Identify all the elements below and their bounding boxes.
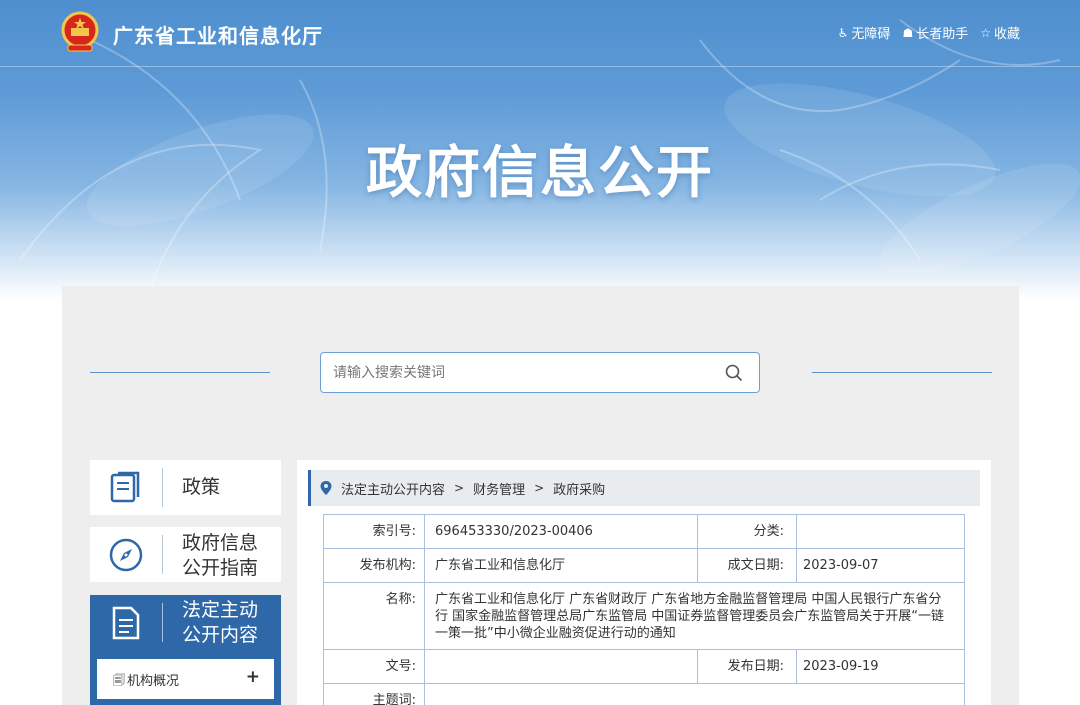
- accessibility-link[interactable]: ♿ 无障碍: [837, 23, 891, 43]
- sidebar-separator: [162, 535, 163, 574]
- doc-number-label: 文号:: [323, 649, 425, 684]
- sidebar-item-guide[interactable]: 政府信息 公开指南: [90, 527, 281, 582]
- index-value: 696453330/2023-00406: [424, 514, 698, 549]
- doc-number-value: [424, 649, 698, 684]
- accessibility-label: 无障碍: [851, 27, 891, 42]
- sidebar-item-label: 政府信息 公开指南: [182, 532, 259, 579]
- publisher-label: 发布机构:: [323, 548, 425, 583]
- publish-date-label: 发布日期:: [697, 649, 797, 684]
- search-icon[interactable]: [724, 363, 744, 383]
- sidebar-item-label: 法定主动 公开内容: [182, 599, 259, 646]
- created-date-value: 2023-09-07: [796, 548, 965, 583]
- breadcrumb-separator: >: [454, 481, 465, 495]
- table-row: 名称: 广东省工业和信息化厅 广东省财政厅 广东省地方金融监督管理局 中国人民银…: [323, 582, 965, 650]
- sidebar-item-label: 政策: [182, 476, 221, 498]
- sidebar-separator: [162, 468, 163, 507]
- document-icon: [112, 606, 140, 640]
- doc-name-value: 广东省工业和信息化厅 广东省财政厅 广东省地方金融监督管理局 中国人民银行广东省…: [424, 582, 965, 650]
- breadcrumb: 法定主动公开内容 > 财务管理 > 政府采购: [308, 470, 980, 506]
- expand-icon[interactable]: +: [246, 667, 260, 687]
- subject-label: 主题词:: [323, 683, 425, 705]
- breadcrumb-separator: >: [534, 481, 545, 495]
- star-icon: ☆: [980, 25, 991, 40]
- breadcrumb-item[interactable]: 财务管理: [473, 479, 525, 498]
- category-label: 分类:: [697, 514, 797, 549]
- page-icon: 🗐: [113, 673, 125, 687]
- site-name[interactable]: 广东省工业和信息化厅: [113, 20, 323, 49]
- elder-helper-label: 长者助手: [916, 27, 969, 42]
- category-value: [796, 514, 965, 549]
- table-row: 主题词:: [323, 683, 965, 705]
- breadcrumb-item[interactable]: 法定主动公开内容: [341, 479, 445, 498]
- hero-title: 政府信息公开: [366, 141, 714, 206]
- index-label: 索引号:: [323, 514, 425, 549]
- accessibility-icon: ♿: [837, 25, 849, 40]
- publish-date-value: 2023-09-19: [796, 649, 965, 684]
- search-divider-left: [90, 372, 270, 373]
- book-icon: [110, 471, 140, 503]
- document-info-table: 索引号: 696453330/2023-00406 分类: 发布机构: 广东省工…: [323, 514, 965, 705]
- sidebar-separator: [162, 603, 163, 642]
- table-row: 文号: 发布日期: 2023-09-19: [323, 649, 965, 684]
- search-divider-right: [812, 372, 992, 373]
- favorite-link[interactable]: ☆ 收藏: [980, 23, 1020, 43]
- location-pin-icon: [320, 481, 332, 495]
- subject-value: [424, 683, 965, 705]
- table-row: 发布机构: 广东省工业和信息化厅 成文日期: 2023-09-07: [323, 548, 965, 583]
- search-input[interactable]: [333, 362, 713, 384]
- header-banner: 广东省工业和信息化厅 ♿ 无障碍 ☗ 长者助手 ☆ 收藏 政府信息公开: [0, 0, 1080, 300]
- breadcrumb-item[interactable]: 政府采购: [553, 479, 605, 498]
- search-box: [320, 352, 760, 393]
- header-divider: [0, 66, 1080, 67]
- top-links: ♿ 无障碍 ☗ 长者助手 ☆ 收藏: [837, 23, 1020, 43]
- elder-helper-link[interactable]: ☗ 长者助手: [902, 23, 969, 43]
- doc-name-label: 名称:: [323, 582, 425, 650]
- elder-helper-icon: ☗: [902, 25, 914, 40]
- table-row: 索引号: 696453330/2023-00406 分类:: [323, 514, 965, 549]
- sidebar-subitem-org-overview[interactable]: 🗐 机构概况 +: [97, 659, 274, 699]
- national-emblem-icon[interactable]: [60, 11, 100, 53]
- favorite-label: 收藏: [993, 27, 1020, 42]
- publisher-value: 广东省工业和信息化厅: [424, 548, 698, 583]
- sidebar-item-public-content[interactable]: 法定主动 公开内容: [90, 595, 281, 650]
- compass-icon: [109, 538, 143, 572]
- sidebar-item-policy[interactable]: 政策: [90, 460, 281, 515]
- subitem-label: 机构概况: [127, 674, 180, 689]
- created-date-label: 成文日期:: [697, 548, 797, 583]
